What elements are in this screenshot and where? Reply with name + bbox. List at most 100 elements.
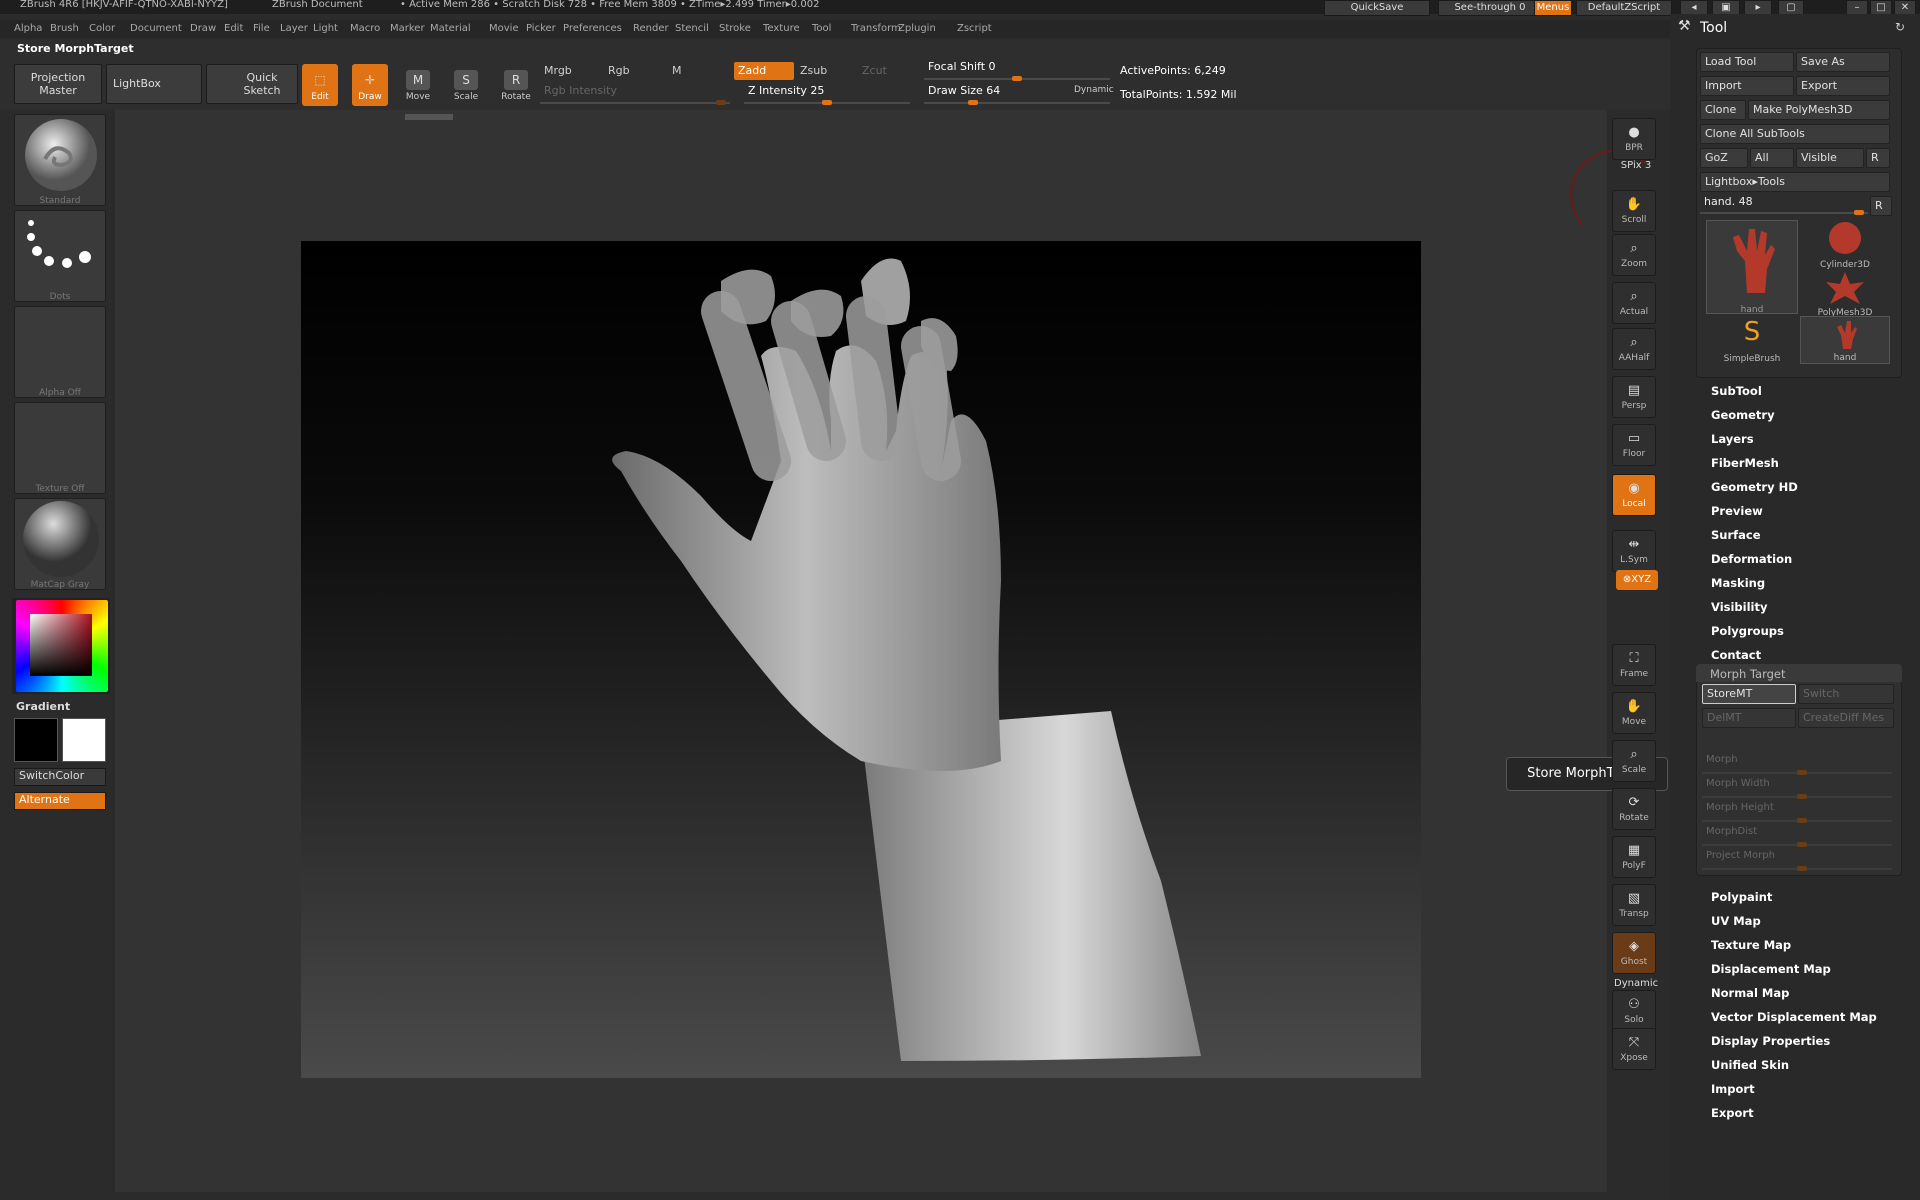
move-button[interactable]: ✋ Move [1612, 692, 1656, 734]
menu-stroke[interactable]: Stroke [719, 23, 751, 34]
script-button[interactable]: DefaultZScript [1576, 0, 1672, 16]
tool-slider-track[interactable] [1700, 210, 1868, 215]
actual-button[interactable]: ⌕ Actual [1612, 282, 1656, 324]
menu-marker[interactable]: Marker [390, 23, 425, 34]
local-button[interactable]: ◉ Local [1612, 474, 1656, 516]
tool-slider-knob[interactable] [1854, 210, 1864, 215]
slider-knob-4[interactable] [1797, 866, 1807, 871]
section-import-bottom[interactable]: Import [1711, 1082, 1755, 1096]
slider-project-morph[interactable]: Project Morph [1706, 850, 1775, 861]
edit-button[interactable]: ⬚ Edit [302, 64, 338, 106]
frame-button[interactable]: ⛶ Frame [1612, 644, 1656, 686]
tool-thumb-hand[interactable]: hand [1706, 220, 1798, 315]
menu-zscript[interactable]: Zscript [957, 23, 992, 34]
rotate-button[interactable]: ⟳ Rotate [1612, 788, 1656, 830]
rotate-button[interactable]: R Rotate [498, 64, 534, 110]
quicksave-button[interactable]: QuickSave [1324, 0, 1430, 16]
menu-zplugin[interactable]: Zplugin [898, 23, 936, 34]
z-intensity-track[interactable] [744, 100, 910, 105]
section-visibility[interactable]: Visibility [1711, 600, 1767, 614]
menu-tool[interactable]: Tool [812, 23, 831, 34]
scroll-button[interactable]: ✋ Scroll [1612, 190, 1656, 232]
section-deformation[interactable]: Deformation [1711, 552, 1792, 566]
focal-shift-track[interactable] [924, 76, 1110, 81]
persp-button[interactable]: ▤ Persp [1612, 376, 1656, 418]
slider-knob-2[interactable] [1797, 818, 1807, 823]
menu-render[interactable]: Render [633, 23, 669, 34]
quick-sketch-button[interactable]: Quick Sketch [206, 64, 298, 104]
slider-morph-width[interactable]: Morph Width [1706, 778, 1770, 789]
dynamic-readout[interactable]: Dynamic [1614, 978, 1658, 989]
slider-knob-1[interactable] [1797, 794, 1807, 799]
slider-knob-0[interactable] [1797, 770, 1807, 775]
color-picker[interactable] [12, 598, 110, 694]
save-as-button[interactable]: Save As [1796, 52, 1890, 72]
slider-morph[interactable]: Morph [1706, 754, 1738, 765]
menu-macro[interactable]: Macro [350, 23, 380, 34]
section-subtool[interactable]: SubTool [1711, 384, 1762, 398]
menu-draw[interactable]: Draw [190, 23, 216, 34]
section-uv-map[interactable]: UV Map [1711, 914, 1761, 928]
slider-track-0[interactable] [1702, 770, 1892, 775]
switch-color-button[interactable]: SwitchColor [14, 768, 106, 786]
section-surface[interactable]: Surface [1711, 528, 1761, 542]
draw-size-knob[interactable] [968, 100, 978, 105]
document-scroll-handle[interactable] [405, 114, 453, 120]
alpha-selector[interactable]: Alpha Off [14, 306, 106, 398]
ghost-button[interactable]: ◈ Ghost [1612, 932, 1656, 974]
projection-master-button[interactable]: Projection Master [14, 64, 102, 104]
scale-button[interactable]: S Scale [448, 64, 484, 110]
zoom-button[interactable]: ⌕ Zoom [1612, 234, 1656, 276]
menu-stencil[interactable]: Stencil [675, 23, 709, 34]
create-diff-mesh-button[interactable]: CreateDiff Mes [1798, 708, 1894, 728]
section-displacement-map[interactable]: Displacement Map [1711, 962, 1831, 976]
color-square[interactable] [30, 614, 92, 676]
transp-button[interactable]: ▧ Transp [1612, 884, 1656, 926]
clone-all-subtools-button[interactable]: Clone All SubTools [1700, 124, 1890, 144]
section-vector-displacement-map[interactable]: Vector Displacement Map [1711, 1010, 1877, 1024]
switch-button[interactable]: Switch [1798, 684, 1894, 704]
aahalf-button[interactable]: ⌕ AAHalf [1612, 328, 1656, 370]
morph-target-header[interactable]: Morph Target [1710, 667, 1786, 681]
polyf-button[interactable]: ▦ PolyF [1612, 836, 1656, 878]
gradient-label[interactable]: Gradient [16, 700, 70, 713]
tool-thumb-hand-2[interactable]: hand [1800, 316, 1890, 364]
stroke-selector[interactable]: Dots [14, 210, 106, 302]
load-tool-button[interactable]: Load Tool [1700, 52, 1794, 72]
section-texture-map[interactable]: Texture Map [1711, 938, 1791, 952]
section-unified-skin[interactable]: Unified Skin [1711, 1058, 1789, 1072]
menu-document[interactable]: Document [130, 23, 182, 34]
section-geometry-hd[interactable]: Geometry HD [1711, 480, 1798, 494]
menu-layer[interactable]: Layer [280, 23, 308, 34]
slider-track-3[interactable] [1702, 842, 1892, 847]
menus-toggle[interactable]: Menus [1534, 0, 1572, 16]
menu-picker[interactable]: Picker [526, 23, 556, 34]
draw-size-slider[interactable]: Draw Size 64 [924, 82, 1044, 100]
section-layers[interactable]: Layers [1711, 432, 1754, 446]
section-preview[interactable]: Preview [1711, 504, 1763, 518]
lsym-button[interactable]: ⇹ L.Sym [1612, 530, 1656, 572]
focal-shift-knob[interactable] [1012, 76, 1022, 81]
model-canvas[interactable] [301, 241, 1421, 1078]
zsub-button[interactable]: Zsub [796, 62, 856, 80]
slider-morphdist[interactable]: MorphDist [1706, 826, 1757, 837]
solo-button[interactable]: ⚇ Solo [1612, 990, 1656, 1032]
goz-all-button[interactable]: All [1750, 148, 1794, 168]
goz-r-button[interactable]: R [1866, 148, 1890, 168]
section-export-bottom[interactable]: Export [1711, 1106, 1754, 1120]
tool-thumb-simplebrush[interactable]: S SimpleBrush [1706, 316, 1798, 364]
menu-edit[interactable]: Edit [224, 23, 243, 34]
refresh-icon[interactable]: ↻ [1895, 20, 1905, 34]
draw-size-track[interactable] [924, 100, 1110, 105]
menu-file[interactable]: File [253, 23, 270, 34]
menu-material[interactable]: Material [430, 23, 471, 34]
store-mt-button[interactable]: StoreMT [1702, 684, 1796, 704]
focal-shift-slider[interactable]: Focal Shift 0 [924, 58, 1104, 76]
rgb-intensity-knob[interactable] [716, 100, 726, 105]
lightbox-tools-button[interactable]: Lightbox▸Tools [1700, 172, 1890, 192]
make-polymesh-button[interactable]: Make PolyMesh3D [1748, 100, 1890, 120]
see-through-slider[interactable]: See-through 0 [1438, 0, 1542, 16]
import-button[interactable]: Import [1700, 76, 1794, 96]
section-display-properties[interactable]: Display Properties [1711, 1034, 1830, 1048]
scale-button[interactable]: ⌕ Scale [1612, 740, 1656, 782]
